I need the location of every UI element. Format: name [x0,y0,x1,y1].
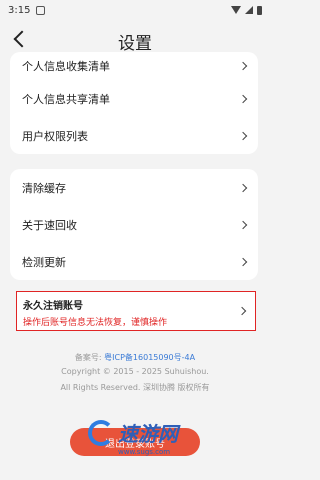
chevron-right-icon [238,131,248,140]
settings-row-permissions[interactable]: 用户权限列表 [10,117,258,154]
icp-line: 备案号: 粤ICP备16015090号-4A [0,352,270,363]
watermark-url: www.sugs.com [118,448,171,456]
copyright-line: Copyright © 2015 - 2025 Suhuishou. [61,367,209,376]
settings-group-app: 清除缓存 关于速回收 检测更新 [10,169,258,280]
settings-row-clear-cache[interactable]: 清除缓存 [10,169,258,206]
row-label: 关于速回收 [22,218,77,232]
watermark-logo-icon [88,419,114,446]
watermark-text: 速游网 [118,422,178,446]
row-label: 清除缓存 [22,181,66,195]
status-bar: 3:15 [0,0,270,20]
row-label: 检测更新 [22,255,66,269]
chevron-right-icon [238,183,248,192]
chevron-right-icon [238,257,248,266]
signal-icon [245,6,253,14]
settings-row-check-update[interactable]: 检测更新 [10,243,258,280]
icp-link[interactable]: 粤ICP备16015090号-4A [104,353,195,362]
delete-account-title: 永久注销账号 [23,301,83,312]
row-label: 个人信息共享清单 [22,92,110,106]
page-title: 设置 [118,34,152,54]
settings-row-sharing-list[interactable]: 个人信息共享清单 [10,80,258,117]
notification-icon [36,5,46,15]
chevron-right-icon [238,61,248,71]
settings-group-privacy: 个人信息收集清单 个人信息共享清单 用户权限列表 [10,52,258,154]
row-label: 用户权限列表 [22,129,88,143]
settings-row-about[interactable]: 关于速回收 [10,206,258,243]
battery-icon [257,5,262,15]
icp-label: 备案号: [74,353,102,362]
settings-row-collection-list[interactable]: 个人信息收集清单 [10,52,258,80]
delete-account-row[interactable]: 永久注销账号 操作后账号信息无法恢复，谨慎操作 [16,291,256,331]
chevron-right-icon [238,94,248,103]
status-time: 3:15 [8,4,31,16]
chevron-right-icon [238,220,248,229]
row-label: 个人信息收集清单 [22,60,110,73]
watermark: 速游网 [88,418,178,447]
status-icons [231,5,262,15]
rights-line: All Rights Reserved. 深圳协腾 版权所有 [60,383,210,392]
delete-account-warning: 操作后账号信息无法恢复，谨慎操作 [23,318,168,328]
wifi-icon [231,6,241,14]
